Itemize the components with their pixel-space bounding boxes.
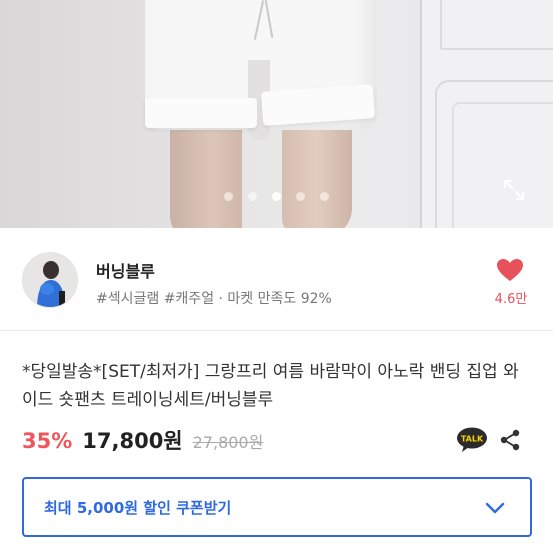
photo-leg-left	[170, 125, 242, 228]
seller-avatar[interactable]	[22, 252, 78, 308]
seller-tags: #섹시글램 #캐주얼 · 마켓 만족도 92%	[96, 291, 332, 307]
photo-door-panel-top	[440, 0, 553, 50]
coupon-label: 최대 5,000원 할인 쿠폰받기	[44, 499, 232, 517]
carousel-dot[interactable]	[248, 192, 257, 201]
photo-door-panel-inner	[452, 102, 553, 228]
price-row: 35% 17,800원 27,800원	[22, 425, 263, 455]
product-title: *당일발송*[SET/최저가] 그랑프리 여름 바람막이 아노락 밴딩 집업 와…	[22, 362, 519, 410]
kakao-talk-label: TALK	[461, 435, 484, 444]
share-icon[interactable]	[498, 428, 522, 452]
chevron-down-icon	[485, 502, 505, 514]
original-price: 27,800원	[192, 433, 264, 452]
coupon-button[interactable]: 최대 5,000원 할인 쿠폰받기	[22, 477, 532, 537]
photo-leg-right	[282, 118, 352, 228]
sale-price: 17,800원	[82, 429, 183, 453]
section-divider	[0, 330, 553, 331]
carousel-indicator	[0, 192, 553, 201]
like-count: 4.6만	[494, 292, 528, 307]
carousel-dot[interactable]	[320, 192, 329, 201]
seller-info[interactable]: 버닝블루 #섹시글램 #캐주얼 · 마켓 만족도 92% 4.6만	[0, 238, 553, 324]
carousel-dot[interactable]	[224, 192, 233, 201]
expand-icon[interactable]	[502, 178, 526, 202]
heart-icon[interactable]	[496, 258, 524, 282]
discount-rate: 35%	[22, 429, 73, 453]
carousel-dot[interactable]	[296, 192, 305, 201]
photo-hem-left	[145, 98, 257, 128]
seller-name[interactable]: 버닝블루	[96, 258, 155, 282]
product-photo[interactable]	[0, 0, 553, 228]
kakao-talk-button[interactable]: TALK	[456, 427, 488, 453]
carousel-dot-active[interactable]	[272, 192, 281, 201]
